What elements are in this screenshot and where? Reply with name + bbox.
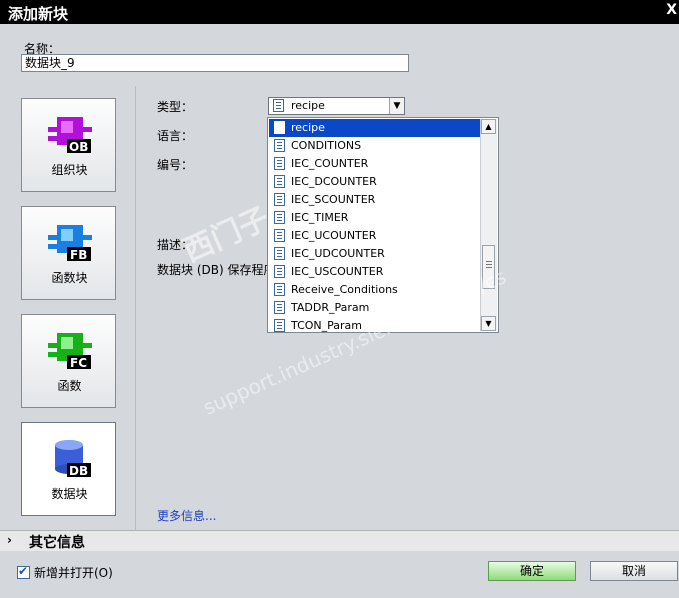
fb-icon: FB bbox=[48, 225, 92, 262]
name-section: 名称： 数据块_9 bbox=[0, 24, 679, 87]
svg-text:OB: OB bbox=[69, 140, 88, 154]
ok-button[interactable]: 确定 bbox=[488, 561, 576, 581]
db-block-button[interactable]: DB 数据块 bbox=[21, 422, 116, 516]
number-label: 编号： bbox=[157, 158, 194, 172]
type-select[interactable]: recipe ▼ bbox=[268, 97, 405, 115]
document-icon bbox=[274, 193, 285, 206]
description-label: 描述： bbox=[157, 238, 194, 252]
ob-block-label: 组织块 bbox=[51, 163, 88, 177]
document-icon bbox=[274, 157, 285, 170]
more-info-link[interactable]: 更多信息... bbox=[157, 507, 216, 524]
document-icon bbox=[274, 247, 285, 260]
document-icon bbox=[274, 283, 285, 296]
dropdown-item-label: IEC_USCOUNTER bbox=[291, 265, 384, 278]
dropdown-item-label: IEC_TIMER bbox=[291, 211, 349, 224]
fc-block-label: 函数 bbox=[57, 379, 82, 393]
scrollbar-thumb[interactable] bbox=[482, 245, 495, 289]
document-icon bbox=[274, 211, 285, 224]
document-icon bbox=[274, 319, 285, 332]
dropdown-item[interactable]: TADDR_Param bbox=[269, 299, 481, 317]
document-icon bbox=[274, 139, 285, 152]
dropdown-item[interactable]: IEC_UCOUNTER bbox=[269, 227, 481, 245]
svg-text:DB: DB bbox=[69, 464, 88, 478]
db-block-label: 数据块 bbox=[51, 487, 88, 501]
dropdown-item[interactable]: IEC_DCOUNTER bbox=[269, 173, 481, 191]
dropdown-item[interactable]: IEC_UDCOUNTER bbox=[269, 245, 481, 263]
type-select-value: recipe bbox=[291, 99, 325, 112]
document-icon bbox=[273, 99, 284, 112]
add-and-open-label: 新增并打开(O) bbox=[34, 566, 113, 580]
dropdown-item-label: IEC_UCOUNTER bbox=[291, 229, 377, 242]
dialog-footer: 新增并打开(O) 确定 取消 bbox=[0, 551, 679, 598]
dropdown-item[interactable]: Receive_Conditions bbox=[269, 281, 481, 299]
dropdown-item-label: TCON_Param bbox=[291, 319, 363, 332]
document-icon bbox=[274, 301, 285, 314]
language-label: 语言： bbox=[157, 129, 194, 143]
chevron-down-icon[interactable]: ▼ bbox=[389, 98, 404, 114]
svg-text:FC: FC bbox=[70, 356, 87, 370]
dropdown-scrollbar[interactable]: ▲ ▼ bbox=[480, 119, 497, 331]
chevron-right-icon[interactable]: › bbox=[7, 533, 12, 547]
fc-block-button[interactable]: FC 函数 bbox=[21, 314, 116, 408]
db-icon: DB bbox=[55, 440, 91, 478]
dropdown-item[interactable]: CONDITIONS bbox=[269, 137, 481, 155]
close-icon[interactable]: X bbox=[666, 2, 677, 18]
dropdown-item-label: CONDITIONS bbox=[291, 139, 362, 152]
ob-block-button[interactable]: OB 组织块 bbox=[21, 98, 116, 192]
retention-label: 数据块 (DB) 保存程序 bbox=[157, 263, 276, 277]
document-icon bbox=[274, 229, 285, 242]
scroll-up-icon[interactable]: ▲ bbox=[481, 119, 496, 134]
title-bar: 添加新块 X bbox=[0, 0, 679, 24]
dropdown-item-label: IEC_UDCOUNTER bbox=[291, 247, 385, 260]
document-icon bbox=[274, 265, 285, 278]
svg-text:FB: FB bbox=[70, 248, 87, 262]
dropdown-item-label: IEC_DCOUNTER bbox=[291, 175, 377, 188]
dropdown-item-label: TADDR_Param bbox=[291, 301, 370, 314]
fc-icon: FC bbox=[48, 333, 92, 370]
dropdown-item-label: recipe bbox=[291, 121, 325, 134]
cancel-button[interactable]: 取消 bbox=[590, 561, 678, 581]
dropdown-item-label: IEC_COUNTER bbox=[291, 157, 369, 170]
window-title: 添加新块 bbox=[8, 5, 69, 23]
add-and-open-checkbox[interactable] bbox=[17, 564, 30, 579]
scroll-down-icon[interactable]: ▼ bbox=[481, 316, 496, 331]
other-info-section[interactable]: › 其它信息 bbox=[0, 530, 679, 552]
type-dropdown-list[interactable]: recipe CONDITIONS IEC_COUNTER IEC_DCOUNT… bbox=[267, 117, 499, 333]
dropdown-item[interactable]: IEC_USCOUNTER bbox=[269, 263, 481, 281]
type-label: 类型： bbox=[157, 100, 194, 114]
name-input[interactable]: 数据块_9 bbox=[21, 54, 409, 72]
dropdown-item[interactable]: IEC_COUNTER bbox=[269, 155, 481, 173]
dropdown-item-label: IEC_SCOUNTER bbox=[291, 193, 376, 206]
ob-icon: OB bbox=[48, 117, 92, 154]
dropdown-item[interactable]: recipe bbox=[269, 119, 481, 137]
dropdown-item[interactable]: IEC_TIMER bbox=[269, 209, 481, 227]
dropdown-item[interactable]: TCON_Param bbox=[269, 317, 481, 335]
fb-block-label: 函数块 bbox=[51, 271, 88, 285]
dropdown-item-label: Receive_Conditions bbox=[291, 283, 398, 296]
document-icon bbox=[274, 175, 285, 188]
block-type-panel: OB 组织块 FB 函数块 FC 函数 DB 数据块 bbox=[0, 86, 135, 530]
fb-block-button[interactable]: FB 函数块 bbox=[21, 206, 116, 300]
document-icon bbox=[274, 121, 285, 134]
dropdown-item[interactable]: IEC_SCOUNTER bbox=[269, 191, 481, 209]
other-info-label: 其它信息 bbox=[29, 535, 85, 551]
